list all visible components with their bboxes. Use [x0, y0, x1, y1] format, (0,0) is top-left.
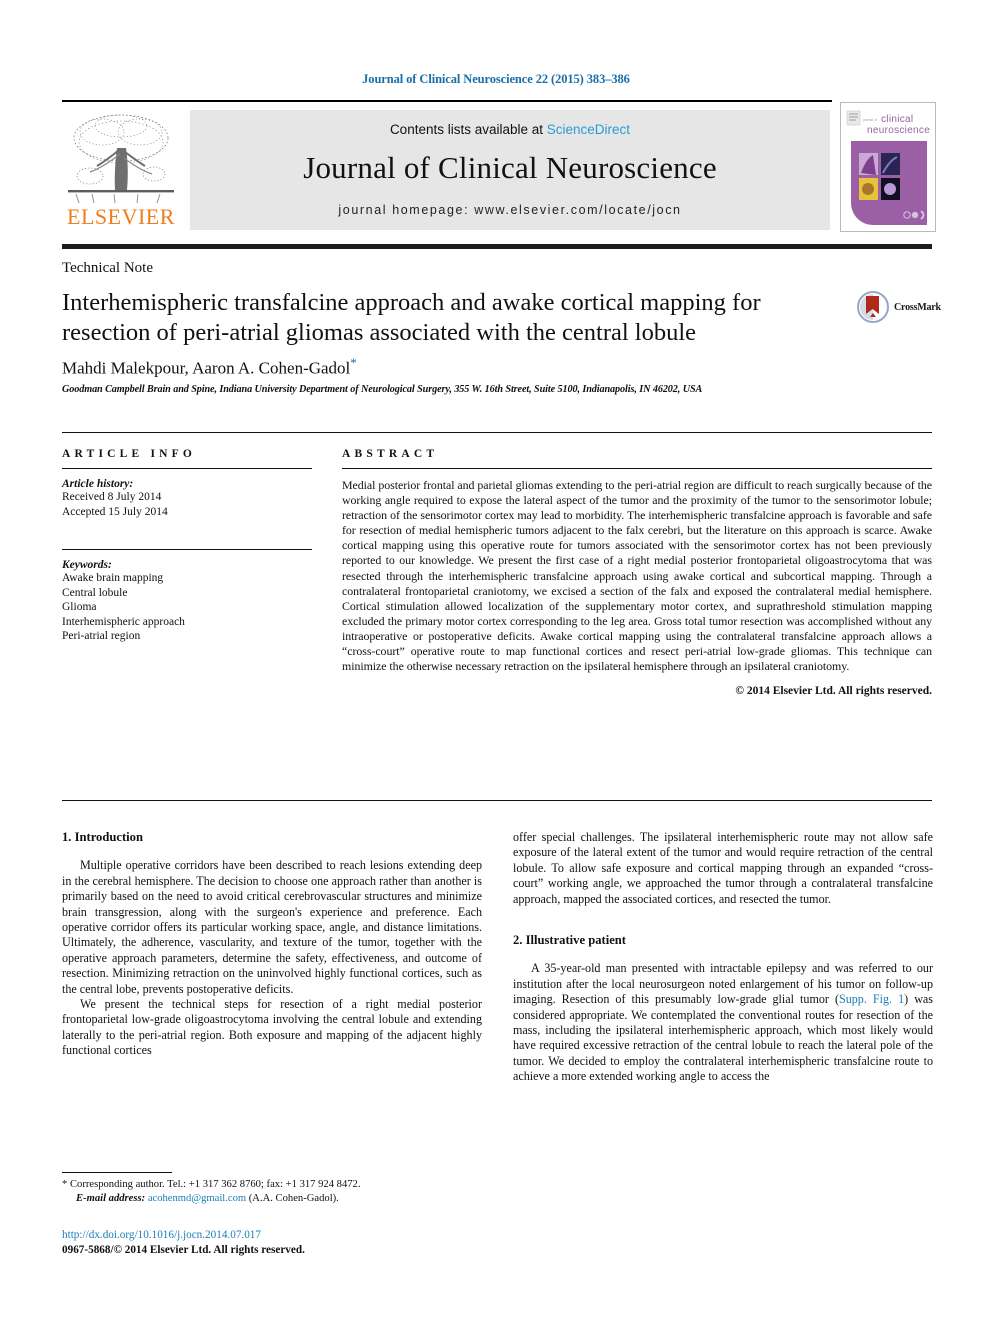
journal-band: Contents lists available at ScienceDirec…: [190, 110, 830, 230]
svg-text:journal of: journal of: [862, 118, 877, 122]
footnote-marker: *: [62, 1179, 68, 1190]
section-heading-introduction: 1. Introduction: [62, 830, 143, 844]
email-note: E-mail address: acohenmd@gmail.com (A.A.…: [62, 1192, 492, 1206]
keywords-label: Keywords:: [62, 559, 112, 571]
masthead-bottom-bar: [62, 244, 932, 249]
cover-art: clinical neuroscience journal of: [841, 103, 935, 231]
abstract-heading: ABSTRACT: [342, 448, 439, 460]
running-head: Journal of Clinical Neuroscience 22 (201…: [362, 72, 630, 86]
article-info-heading: ARTICLE INFO: [62, 448, 197, 460]
journal-homepage-link[interactable]: journal homepage: www.elsevier.com/locat…: [190, 203, 830, 217]
keyword-item: Peri-atrial region: [62, 630, 141, 642]
crossmark-badge[interactable]: CrossMark: [857, 287, 943, 327]
svg-text:neuroscience: neuroscience: [867, 125, 930, 136]
article-info-column: ARTICLE INFO Article history: Received 8…: [62, 448, 312, 644]
issn-copyright: 0967-5868/© 2014 Elsevier Ltd. All right…: [62, 1244, 305, 1256]
paragraph: Multiple operative corridors have been d…: [62, 858, 482, 996]
elsevier-tree-icon: [68, 114, 174, 204]
page-title: Interhemispheric transfalcine approach a…: [62, 289, 761, 346]
masthead-top-rule: [62, 100, 832, 102]
corresponding-author-note: * Corresponding author. Tel.: +1 317 362…: [62, 1178, 492, 1192]
email-label: E-mail address:: [76, 1193, 146, 1204]
supp-figure-link[interactable]: Supp. Fig. 1: [839, 992, 904, 1006]
keyword-item: Glioma: [62, 601, 97, 613]
article-accepted-date: Accepted 15 July 2014: [62, 505, 168, 518]
footnote-block: * Corresponding author. Tel.: +1 317 362…: [62, 1178, 492, 1206]
section-heading-illustrative-patient: 2. Illustrative patient: [513, 933, 626, 948]
abstract-text: Medial posterior frontal and parietal gl…: [342, 478, 932, 674]
article-page: Journal of Clinical Neuroscience 22 (201…: [0, 0, 992, 1323]
paragraph: We present the technical steps for resec…: [62, 997, 482, 1058]
keyword-item: Central lobule: [62, 586, 128, 599]
journal-title: Journal of Clinical Neuroscience: [303, 150, 717, 185]
paragraph: A 35-year-old man presented with intract…: [513, 961, 933, 1084]
contents-prefix: Contents lists available at: [389, 122, 547, 137]
crossmark-label: CrossMark: [894, 301, 941, 313]
footnote-rule: [62, 1172, 172, 1173]
elsevier-logo: ELSEVIER: [62, 108, 180, 230]
email-link[interactable]: acohenmd@gmail.com: [148, 1193, 246, 1204]
article-history-label: Article history:: [62, 478, 134, 490]
svg-text:clinical: clinical: [881, 114, 913, 125]
info-block-top-rule: [62, 432, 932, 433]
doi-link[interactable]: http://dx.doi.org/10.1016/j.jocn.2014.07…: [62, 1228, 492, 1243]
abstract-column: ABSTRACT Medial posterior frontal and pa…: [342, 448, 932, 697]
paragraph-continuation: offer special challenges. The ipsilatera…: [513, 830, 933, 906]
keyword-item: Interhemispheric approach: [62, 615, 185, 628]
email-owner: (A.A. Cohen-Gadol).: [248, 1193, 339, 1204]
keywords-divider: [62, 549, 312, 550]
author-names: Mahdi Malekpour, Aaron A. Cohen-Gadol: [62, 358, 351, 378]
body-column-left: 1. Introduction Multiple operative corri…: [62, 830, 482, 1059]
corresponding-author-text: Corresponding author. Tel.: +1 317 362 8…: [69, 1179, 361, 1190]
affiliation: Goodman Campbell Brain and Spine, Indian…: [62, 384, 703, 395]
article-type-label: Technical Note: [62, 260, 153, 276]
abstract-divider: [342, 468, 932, 469]
journal-masthead: ELSEVIER Contents lists available at Sci…: [62, 100, 936, 235]
article-info-divider: [62, 468, 312, 469]
keyword-item: Awake brain mapping: [62, 572, 164, 584]
abstract-copyright: © 2014 Elsevier Ltd. All rights reserved…: [735, 685, 932, 698]
elsevier-wordmark: ELSEVIER: [67, 204, 175, 229]
sciencedirect-link[interactable]: ScienceDirect: [547, 122, 630, 137]
contents-available-line: Contents lists available at ScienceDirec…: [190, 122, 830, 137]
article-received-date: Received 8 July 2014: [62, 491, 162, 503]
crossmark-icon: [857, 291, 889, 323]
corresponding-author-marker: *: [350, 355, 357, 370]
journal-cover-thumbnail: clinical neuroscience journal of: [840, 102, 936, 232]
body-column-right: offer special challenges. The ipsilatera…: [513, 830, 933, 1085]
info-block-bottom-rule: [62, 800, 932, 801]
doi-block: http://dx.doi.org/10.1016/j.jocn.2014.07…: [62, 1228, 492, 1258]
author-list: Mahdi Malekpour, Aaron A. Cohen-Gadol*: [62, 355, 842, 379]
